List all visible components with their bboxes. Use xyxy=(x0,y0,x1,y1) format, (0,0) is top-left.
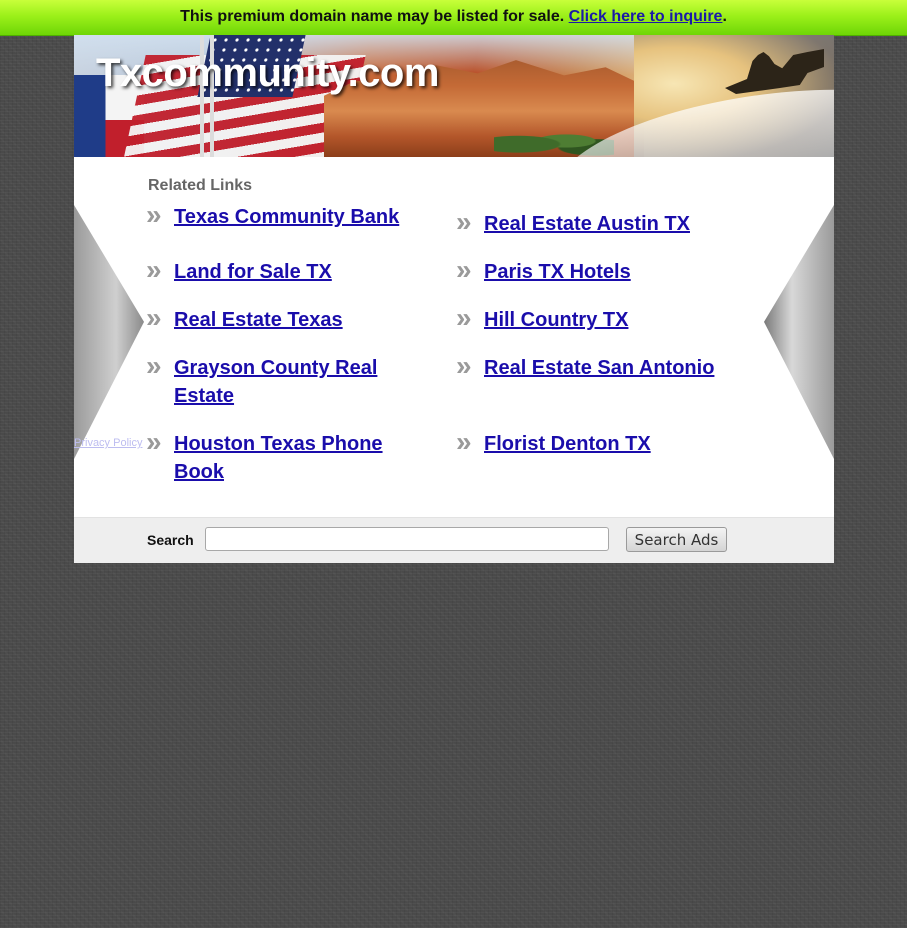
related-links-panel: Related Links » Texas Community Bank » R… xyxy=(74,157,834,517)
privacy-policy-link[interactable]: Privacy Policy xyxy=(74,437,142,449)
related-links-heading: Related Links xyxy=(148,177,253,194)
double-chevron-right-icon: » xyxy=(456,426,471,457)
inquire-link[interactable]: Click here to inquire xyxy=(569,8,723,25)
double-chevron-right-icon: » xyxy=(146,302,161,333)
related-link[interactable]: Real Estate Texas xyxy=(174,306,414,334)
double-chevron-right-icon: » xyxy=(456,302,471,333)
related-link[interactable]: Real Estate San Antonio xyxy=(484,354,724,382)
double-chevron-right-icon: » xyxy=(146,199,161,230)
right-arrow-decoration xyxy=(764,205,834,459)
double-chevron-right-icon: » xyxy=(456,350,471,381)
left-arrow-decoration xyxy=(74,205,144,459)
double-chevron-right-icon: » xyxy=(146,350,161,381)
domain-sale-banner: This premium domain name may be listed f… xyxy=(0,0,907,36)
page-container: Txcommunity.com Related Links » Texas Co… xyxy=(74,35,834,563)
sale-banner-suffix: . xyxy=(722,8,727,25)
search-label: Search xyxy=(147,532,194,548)
double-chevron-right-icon: » xyxy=(146,426,161,457)
header-banner: Txcommunity.com xyxy=(74,35,834,157)
double-chevron-right-icon: » xyxy=(146,254,161,285)
search-bar: Search Search Ads xyxy=(74,517,834,563)
search-ads-button[interactable]: Search Ads xyxy=(626,527,727,552)
double-chevron-right-icon: » xyxy=(456,254,471,285)
sale-banner-text: This premium domain name may be listed f… xyxy=(180,8,565,25)
related-link[interactable]: Hill Country TX xyxy=(484,306,724,334)
related-link[interactable]: Texas Community Bank xyxy=(174,203,414,231)
related-link[interactable]: Grayson County Real Estate xyxy=(174,354,414,410)
related-link[interactable]: Houston Texas Phone Book xyxy=(174,430,414,486)
related-link[interactable]: Real Estate Austin TX xyxy=(484,210,724,238)
double-chevron-right-icon: » xyxy=(456,206,471,237)
site-title: Txcommunity.com xyxy=(96,51,439,95)
related-link[interactable]: Florist Denton TX xyxy=(484,430,724,458)
search-input[interactable] xyxy=(205,527,609,551)
related-link[interactable]: Paris TX Hotels xyxy=(484,258,724,286)
related-link[interactable]: Land for Sale TX xyxy=(174,258,414,286)
